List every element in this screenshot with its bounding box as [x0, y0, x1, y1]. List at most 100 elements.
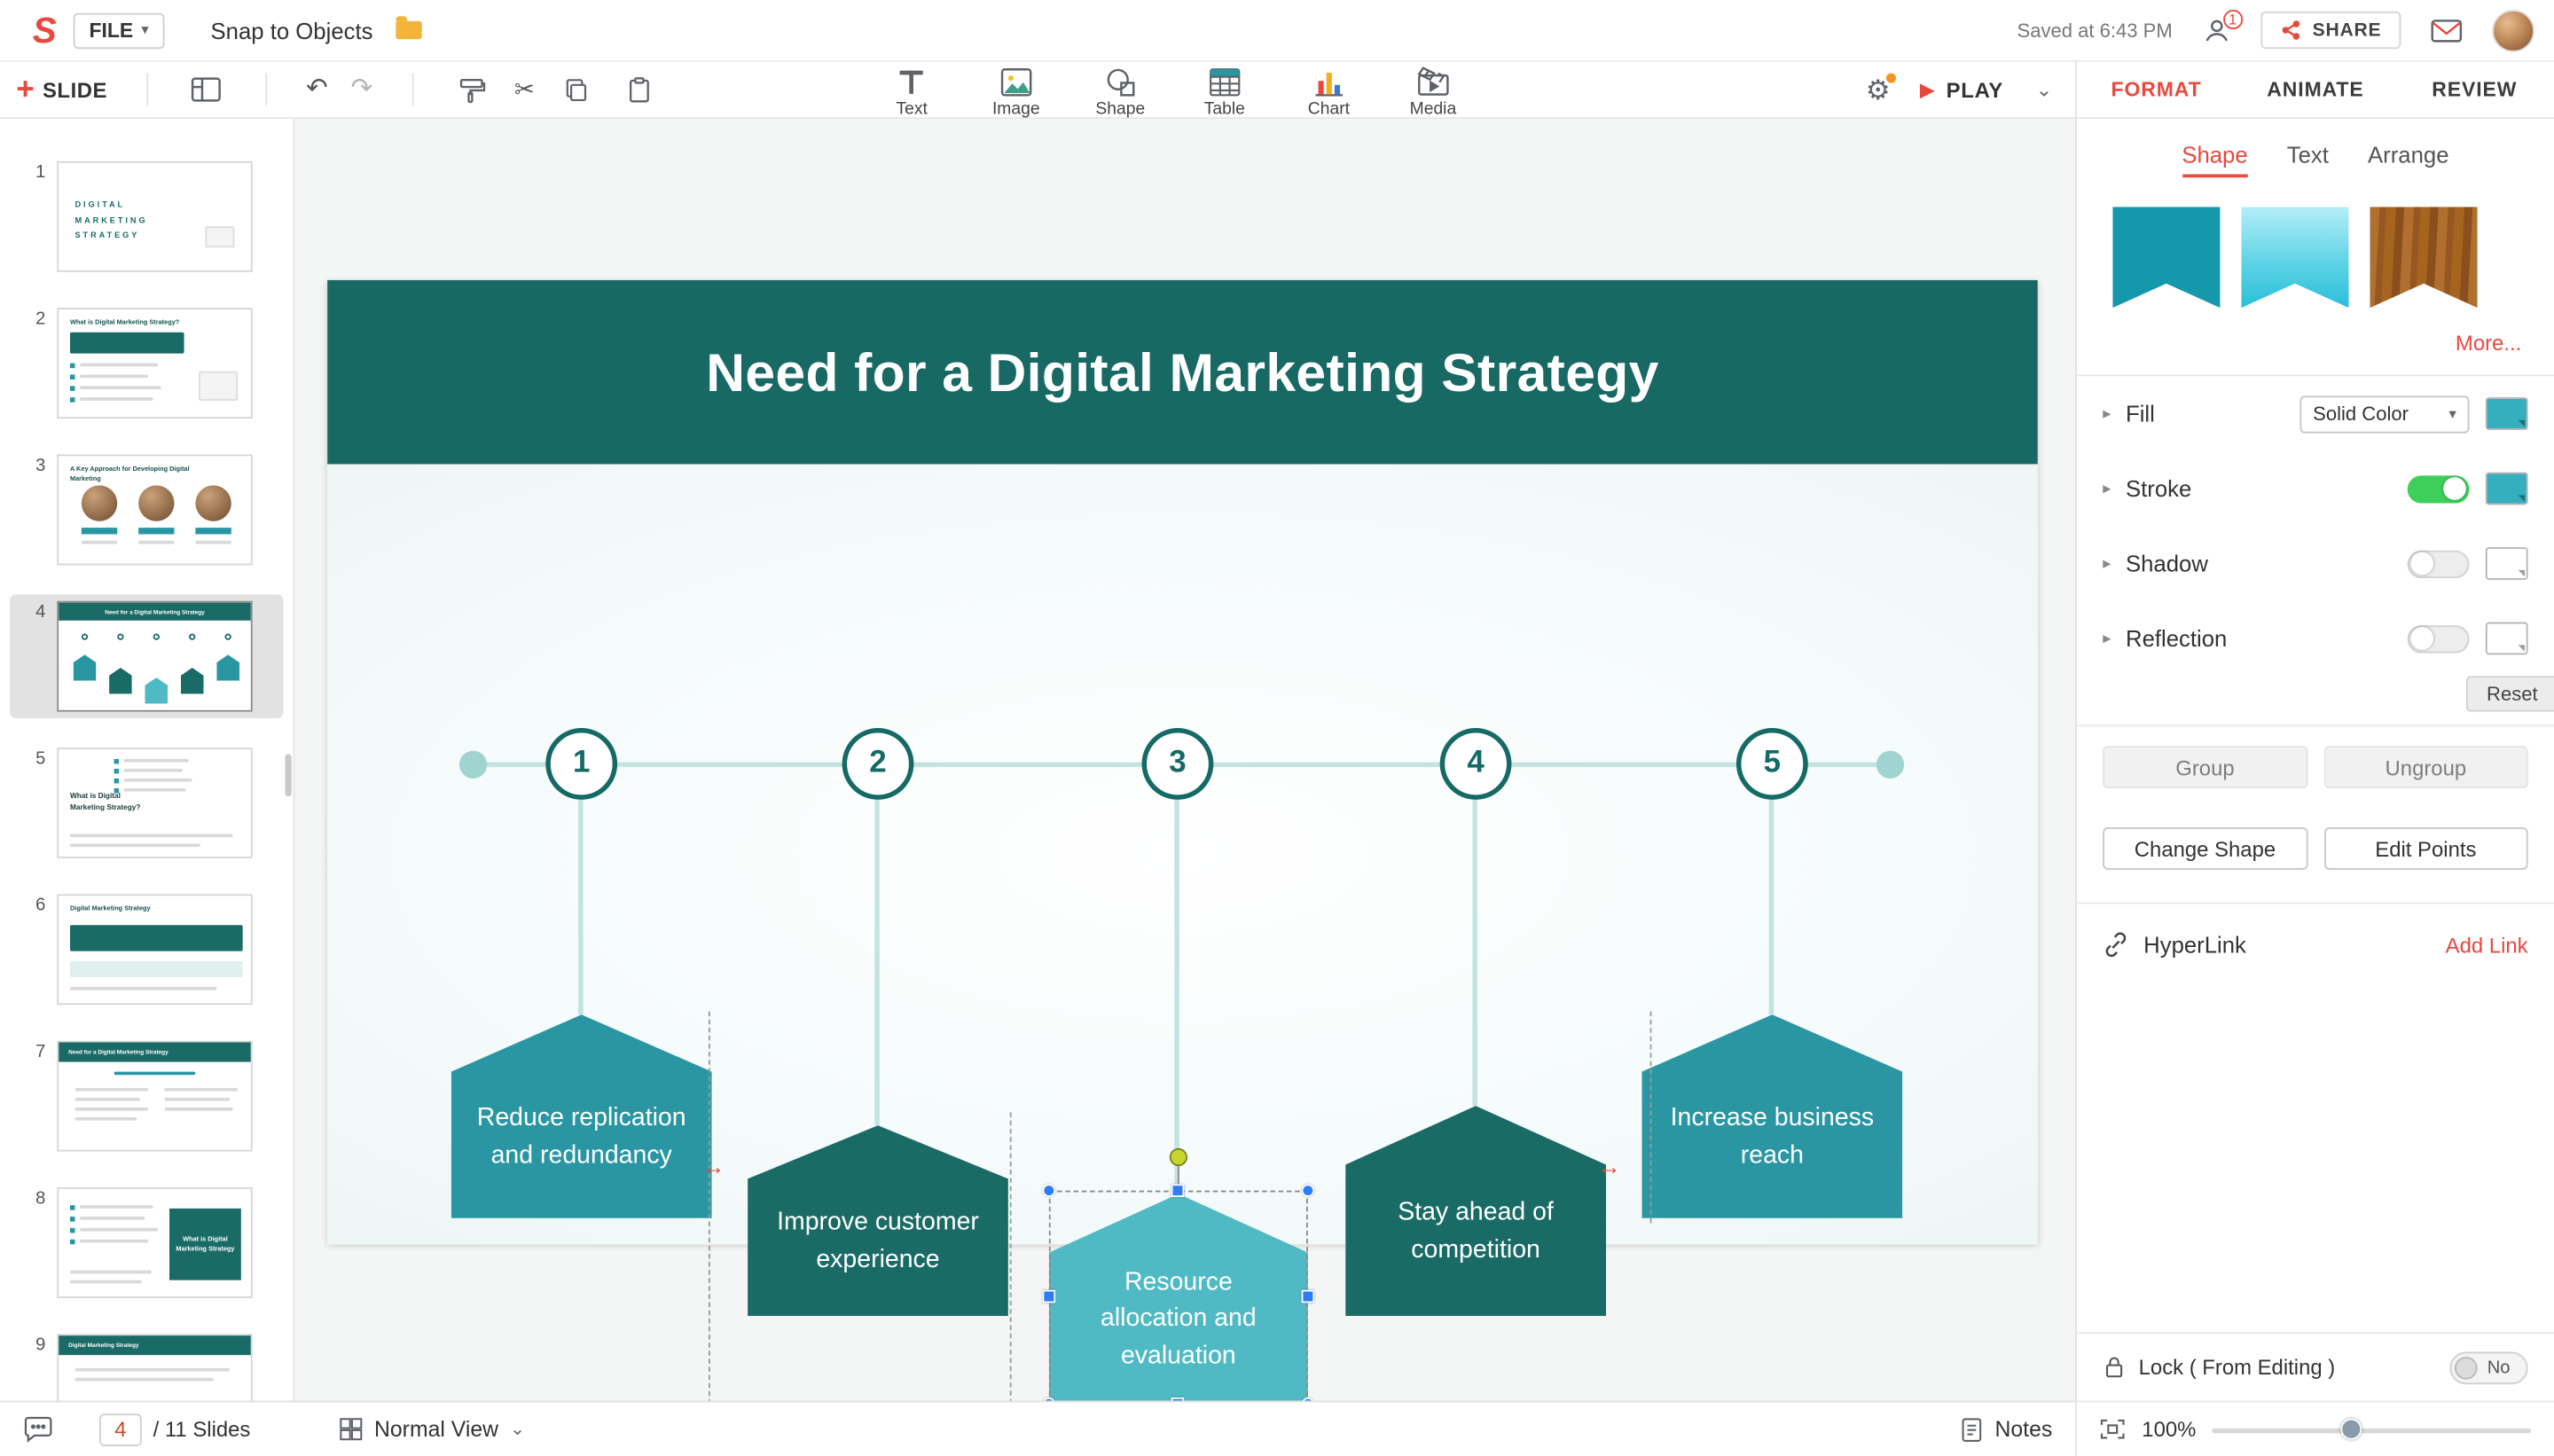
- timeline-end-dot[interactable]: [1876, 751, 1904, 779]
- caret-right-icon[interactable]: ▸: [2103, 480, 2111, 497]
- add-link-button[interactable]: Add Link: [2446, 933, 2528, 958]
- undo-button[interactable]: ↶: [306, 76, 328, 102]
- connector-line[interactable]: [1472, 800, 1477, 1106]
- slide-thumb-6[interactable]: 6 Digital Marketing Strategy: [10, 888, 284, 1012]
- slide-thumb-2[interactable]: 2 What is Digital Marketing Strategy?: [10, 301, 284, 426]
- step-circle-2[interactable]: 2: [842, 728, 914, 800]
- notes-button[interactable]: Notes: [1959, 1416, 2052, 1442]
- reflection-toggle[interactable]: [2408, 624, 2470, 652]
- slide-layout-button[interactable]: [187, 70, 226, 109]
- connector-line[interactable]: [1769, 800, 1774, 1014]
- stroke-color-swatch[interactable]: [2486, 473, 2528, 505]
- resize-handle-right[interactable]: [1302, 1290, 1315, 1303]
- insert-image-button[interactable]: Image: [985, 67, 1047, 119]
- step-shape-1[interactable]: Reduce replication and redundancy: [451, 1014, 712, 1218]
- step-shape-3-selected[interactable]: Resource allocation and evaluation: [1049, 1194, 1308, 1404]
- step-circle-3[interactable]: 3: [1142, 728, 1214, 800]
- new-slide-button[interactable]: + SLIDE: [16, 74, 107, 106]
- insert-media-button[interactable]: Media: [1402, 67, 1464, 119]
- tab-review[interactable]: REVIEW: [2395, 62, 2554, 117]
- feedback-mail-icon[interactable]: [2430, 17, 2463, 43]
- play-button[interactable]: ▶ PLAY: [1920, 77, 2003, 102]
- user-avatar[interactable]: [2492, 9, 2534, 51]
- zoom-slider-thumb[interactable]: [2340, 1418, 2362, 1439]
- rotation-handle[interactable]: [1170, 1148, 1187, 1166]
- slide-thumb-4-selected[interactable]: 4 Need for a Digital Marketing Strategy: [10, 594, 284, 718]
- redo-button[interactable]: ↷: [350, 76, 372, 102]
- step-shape-5[interactable]: Increase business reach: [1641, 1014, 1902, 1218]
- sidebar-scrollbar[interactable]: [285, 754, 291, 796]
- slide-thumb-8[interactable]: 8 What is Digital Marketing Strategy: [10, 1181, 284, 1305]
- slide-thumb-3[interactable]: 3 A Key Approach for Developing Digital …: [10, 448, 284, 572]
- ungroup-button[interactable]: Ungroup: [2323, 746, 2528, 788]
- resize-handle-top-left[interactable]: [1043, 1184, 1056, 1197]
- edit-points-button[interactable]: Edit Points: [2323, 827, 2528, 870]
- subtab-text[interactable]: Text: [2287, 142, 2329, 177]
- step-shape-2[interactable]: Improve customer experience: [748, 1125, 1008, 1316]
- thumb-line: [70, 1271, 152, 1274]
- share-button[interactable]: SHARE: [2260, 12, 2401, 49]
- thumb-line: [114, 1072, 196, 1076]
- step-circle-1[interactable]: 1: [545, 728, 617, 800]
- settings-button[interactable]: ⚙: [1866, 75, 1891, 103]
- tab-format[interactable]: FORMAT: [2077, 62, 2236, 117]
- caret-right-icon[interactable]: ▸: [2103, 630, 2111, 647]
- cut-button[interactable]: ✂: [514, 77, 535, 102]
- format-painter-icon: [458, 75, 486, 103]
- folder-icon[interactable]: [396, 21, 421, 39]
- tab-animate[interactable]: ANIMATE: [2236, 62, 2394, 117]
- shadow-color-swatch[interactable]: [2486, 547, 2528, 580]
- step-shape-4[interactable]: Stay ahead of competition: [1345, 1106, 1606, 1316]
- editor-canvas[interactable]: Need for a Digital Marketing Strategy: [294, 119, 2075, 1401]
- style-preset-wood-texture[interactable]: [2370, 207, 2477, 308]
- step-circle-5[interactable]: 5: [1736, 728, 1808, 800]
- insert-text-button[interactable]: Text: [881, 67, 943, 119]
- view-mode-selector[interactable]: Normal View ⌄: [339, 1417, 525, 1442]
- reset-button[interactable]: Reset: [2465, 676, 2554, 711]
- connector-line[interactable]: [578, 800, 584, 1014]
- caret-right-icon[interactable]: ▸: [2103, 404, 2111, 422]
- shadow-toggle[interactable]: [2408, 550, 2470, 577]
- connector-line[interactable]: [1174, 800, 1179, 1194]
- resize-handle-left[interactable]: [1043, 1290, 1056, 1303]
- file-menu-button[interactable]: FILE ▾: [73, 12, 165, 48]
- insert-chart-button[interactable]: Chart: [1298, 67, 1360, 119]
- paste-button[interactable]: [620, 70, 659, 109]
- more-styles-link[interactable]: More...: [2077, 308, 2554, 374]
- slide-thumb-1[interactable]: 1 DIGITAL MARKETING STRATEGY: [10, 154, 284, 278]
- lock-toggle[interactable]: No: [2449, 1351, 2527, 1384]
- slide-thumb-5[interactable]: 5 What is Digital Marketing Strategy?: [10, 741, 284, 865]
- collaborators-button[interactable]: 1: [2202, 15, 2231, 44]
- group-button[interactable]: Group: [2103, 746, 2307, 788]
- slide-thumb-7[interactable]: 7 Need for a Digital Marketing Strategy: [10, 1034, 284, 1158]
- resize-handle-top-right[interactable]: [1302, 1184, 1315, 1197]
- slide-thumb-9[interactable]: 9 Digital Marketing Strategy: [10, 1327, 284, 1401]
- zoom-slider[interactable]: [2213, 1418, 2532, 1441]
- caret-right-icon[interactable]: ▸: [2103, 554, 2111, 572]
- fill-type-dropdown[interactable]: Solid Color ▾: [2299, 395, 2469, 432]
- step-circle-4[interactable]: 4: [1440, 728, 1512, 800]
- play-options-chevron[interactable]: ⌄: [2036, 78, 2052, 101]
- copy-button[interactable]: [558, 70, 597, 109]
- connector-line[interactable]: [874, 800, 880, 1125]
- stroke-toggle[interactable]: [2408, 474, 2470, 502]
- fill-color-swatch[interactable]: [2486, 397, 2528, 430]
- insert-shape-button[interactable]: Shape: [1089, 67, 1151, 119]
- slide-number: 4: [23, 601, 46, 622]
- style-preset-gradient[interactable]: [2241, 207, 2348, 308]
- slide-title-block[interactable]: Need for a Digital Marketing Strategy: [327, 280, 2038, 465]
- resize-handle-top[interactable]: [1171, 1184, 1185, 1197]
- timeline-end-dot[interactable]: [459, 751, 487, 779]
- insert-table-button[interactable]: Table: [1194, 67, 1256, 119]
- current-slide-number[interactable]: 4: [99, 1413, 142, 1445]
- style-preset-solid-teal[interactable]: [2112, 207, 2220, 308]
- current-slide[interactable]: Need for a Digital Marketing Strategy: [327, 280, 2038, 1244]
- document-title[interactable]: Snap to Objects: [211, 17, 373, 43]
- reflection-color-swatch[interactable]: [2486, 622, 2528, 655]
- subtab-shape[interactable]: Shape: [2182, 142, 2247, 177]
- subtab-arrange[interactable]: Arrange: [2368, 142, 2448, 177]
- change-shape-button[interactable]: Change Shape: [2103, 827, 2307, 870]
- comments-icon[interactable]: [23, 1415, 54, 1443]
- fit-to-screen-icon[interactable]: [2100, 1417, 2126, 1442]
- format-painter-button[interactable]: [452, 70, 491, 109]
